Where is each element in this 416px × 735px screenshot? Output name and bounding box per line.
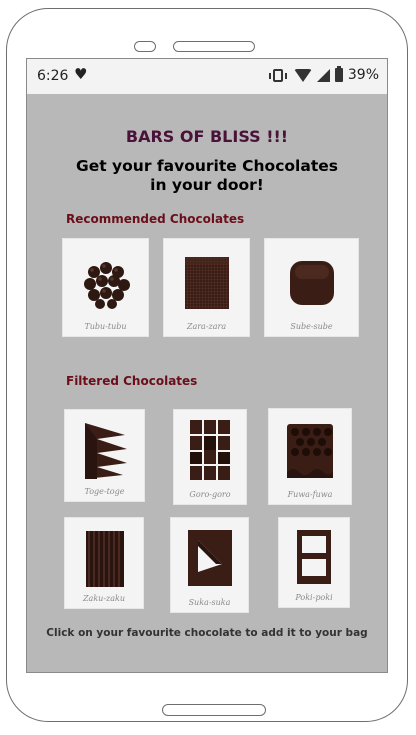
wifi-icon [293,68,312,82]
speaker-grille [173,41,255,52]
headline-line-1: Get your favourite Chocolates [76,157,338,175]
chocolate-smooth-cube-image [289,260,334,305]
chocolate-tile-goro-goro[interactable]: Goro-goro [173,409,247,505]
recommended-title: Recommended Chocolates [66,212,245,226]
status-bar: 6:26 ♥ 39% [27,59,387,94]
vibrate-icon [268,68,287,82]
chocolate-tile-fuwa-fuwa[interactable]: Fuwa-fuwa [268,408,352,505]
chocolate-frame-image [297,530,331,585]
main-content: BARS OF BLISS !!! Get your favourite Cho… [27,94,387,672]
tile-label: Zaku-zaku [82,594,125,603]
chocolate-tile-zara-zara[interactable]: Zara-zara [163,238,250,337]
heart-icon: ♥ [74,65,88,83]
tile-label: Toge-toge [84,487,125,496]
tile-label: Poki-poki [295,593,333,602]
signal-icon [316,68,330,82]
app-screen: 6:26 ♥ 39% BARS OF BLISS !!! Get your fa… [26,58,388,673]
status-time: 6:26 [37,68,69,84]
chocolate-tile-tubu-tubu[interactable]: Tubu-tubu [62,238,149,337]
home-button[interactable] [162,704,266,716]
headline-line-2: in your door! [150,176,264,194]
chocolate-window-triangle-image [187,530,232,587]
chocolate-cube-textured-image [184,256,229,309]
chocolate-blocks-image [190,420,230,481]
chocolate-honeycomb-image [287,423,333,478]
chocolate-tile-zaku-zaku[interactable]: Zaku-zaku [64,517,144,609]
filtered-title: Filtered Chocolates [66,374,198,388]
tile-label: Suka-suka [188,598,231,607]
brand-title: BARS OF BLISS !!! [125,127,289,146]
battery-percent: 39% [347,67,379,83]
chocolate-grid-image [86,530,124,587]
tile-label: Zara-zara [186,322,227,331]
tile-label: Goro-goro [189,490,231,499]
battery-icon [334,66,343,82]
tile-label: Tubu-tubu [84,322,127,331]
chocolate-tile-suka-suka[interactable]: Suka-suka [170,517,249,613]
chocolate-balls-image [83,261,130,309]
chocolate-tile-sube-sube[interactable]: Sube-sube [264,238,359,337]
camera-dot [134,41,156,52]
chocolate-tile-poki-poki[interactable]: Poki-poki [278,517,350,608]
chocolate-spikes-image [84,423,127,480]
tile-label: Fuwa-fuwa [287,490,333,499]
chocolate-tile-toge-toge[interactable]: Toge-toge [64,409,145,502]
add-to-bag-hint: Click on your favourite chocolate to add… [46,627,368,639]
status-icons: 39% [268,66,379,83]
tile-label: Sube-sube [290,322,333,331]
headline: Get your favourite Chocolates in your do… [27,157,387,195]
